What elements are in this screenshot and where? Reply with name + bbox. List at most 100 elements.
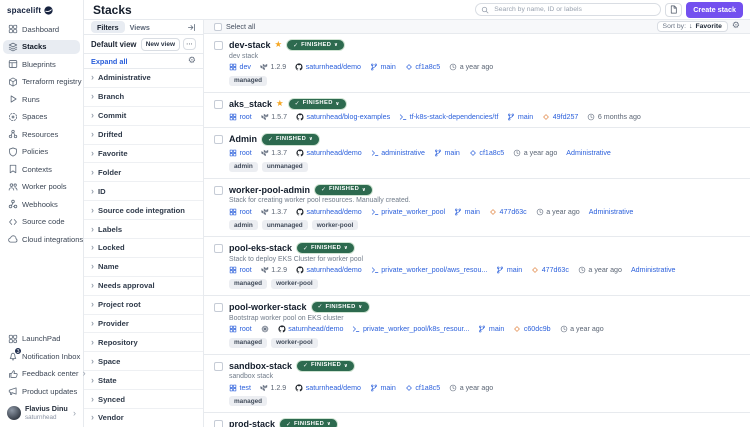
meta-project[interactable]: tf-k8s-stack-dependencies/tf <box>399 113 498 121</box>
status-badge[interactable]: ✓FINISHED∨ <box>261 133 320 145</box>
meta-space[interactable]: root <box>229 149 252 157</box>
meta-github[interactable]: saturnhead/demo <box>295 384 361 392</box>
stack-name[interactable]: pool-eks-stack <box>229 243 292 253</box>
sidebar-item-stacks[interactable]: Stacks <box>3 40 80 55</box>
stack-checkbox[interactable] <box>214 420 223 427</box>
meta-branch[interactable]: main <box>496 266 522 274</box>
meta-terraform[interactable]: 1.2.9 <box>261 266 287 274</box>
meta-space[interactable]: root <box>229 266 252 274</box>
filter-section-vendor[interactable]: ›Vendor <box>84 409 203 427</box>
meta-space[interactable]: root <box>229 325 252 333</box>
filter-section-id[interactable]: ›ID <box>84 182 203 201</box>
meta-branch[interactable]: main <box>370 384 396 392</box>
label-tag[interactable]: worker-pool <box>312 220 359 230</box>
meta-github[interactable]: saturnhead/demo <box>296 149 362 157</box>
meta-github[interactable]: saturnhead/demo <box>295 63 361 71</box>
more-options-button[interactable]: ⋯ <box>183 38 196 50</box>
stack-checkbox[interactable] <box>214 135 223 144</box>
status-badge[interactable]: ✓FINISHED∨ <box>296 242 355 254</box>
filter-section-administrative[interactable]: ›Administrative <box>84 69 203 88</box>
sidebar-item-feedback-center[interactable]: Feedback center› <box>3 366 80 381</box>
label-tag[interactable]: managed <box>229 76 267 86</box>
status-badge[interactable]: ✓FINISHED∨ <box>311 301 370 313</box>
favorite-star-icon[interactable]: ★ <box>275 41 283 50</box>
meta-terraform[interactable]: 1.2.9 <box>260 384 286 392</box>
meta-project[interactable]: private_worker_pool <box>371 208 445 216</box>
meta-clock[interactable]: a year ago <box>536 208 580 216</box>
meta-commit[interactable]: cf1a8c5 <box>469 149 504 157</box>
sort-by-control[interactable]: Sort by: ↓ Favorite <box>657 21 728 32</box>
sidebar-item-worker-pools[interactable]: Worker pools <box>3 180 80 195</box>
filter-section-provider[interactable]: ›Provider <box>84 315 203 334</box>
meta-github[interactable]: saturnhead/blog-examples <box>296 113 390 121</box>
collapse-panel-icon[interactable] <box>187 23 196 32</box>
meta-administrative-label[interactable]: Administrative <box>589 208 634 216</box>
meta-branch[interactable]: main <box>507 113 533 121</box>
meta-commit[interactable]: cf1a8c5 <box>405 384 440 392</box>
filter-section-favorite[interactable]: ›Favorite <box>84 145 203 164</box>
spacelift-logo[interactable]: spacelift <box>0 4 83 22</box>
sidebar-item-cloud-integrations[interactable]: Cloud integrations <box>3 232 80 247</box>
meta-github[interactable]: saturnhead/demo <box>296 208 362 216</box>
meta-space[interactable]: root <box>229 113 252 121</box>
label-tag[interactable]: worker-pool <box>271 279 318 289</box>
sidebar-item-dashboard[interactable]: Dashboard <box>3 22 80 37</box>
meta-github[interactable]: saturnhead/demo <box>296 266 362 274</box>
stack-name[interactable]: sandbox-stack <box>229 361 292 371</box>
status-badge[interactable]: ✓FINISHED∨ <box>286 39 345 51</box>
stack-checkbox[interactable] <box>214 244 223 253</box>
filter-section-labels[interactable]: ›Labels <box>84 220 203 239</box>
filter-section-locked[interactable]: ›Locked <box>84 239 203 258</box>
meta-commit[interactable]: 477d63c <box>489 208 527 216</box>
create-stack-button[interactable]: Create stack <box>686 2 743 18</box>
meta-project[interactable]: administrative <box>371 149 425 157</box>
meta-project[interactable]: private_worker_pool/k8s_resour... <box>352 325 469 333</box>
sidebar-item-webhooks[interactable]: Webhooks <box>3 197 80 212</box>
meta-commit[interactable]: cf1a8c5 <box>405 63 440 71</box>
meta-clock[interactable]: a year ago <box>578 266 622 274</box>
meta-branch[interactable]: main <box>370 63 396 71</box>
meta-commit[interactable]: c60dc9b <box>513 325 550 333</box>
sidebar-item-launchpad[interactable]: LaunchPad <box>3 331 80 346</box>
meta-branch[interactable]: main <box>478 325 504 333</box>
meta-administrative-label[interactable]: Administrative <box>631 266 676 274</box>
label-tag[interactable]: unmanaged <box>262 162 308 172</box>
sidebar-item-spaces[interactable]: Spaces <box>3 110 80 125</box>
meta-space[interactable]: root <box>229 208 252 216</box>
label-tag[interactable]: unmanaged <box>262 220 308 230</box>
sidebar-item-product-updates[interactable]: Product updates <box>3 384 80 399</box>
filter-settings-gear-icon[interactable]: ⚙ <box>188 57 196 66</box>
filter-section-branch[interactable]: ›Branch <box>84 88 203 107</box>
user-menu[interactable]: Flavius Dinu saturnhead › <box>0 401 83 427</box>
meta-branch[interactable]: main <box>434 149 460 157</box>
sidebar-item-resources[interactable]: Resources <box>3 127 80 142</box>
status-badge[interactable]: ✓FINISHED∨ <box>279 418 338 427</box>
sidebar-item-notification-inbox[interactable]: 3Notification Inbox <box>3 349 80 364</box>
stack-name[interactable]: worker-pool-admin <box>229 185 310 195</box>
sidebar-item-policies[interactable]: Policies <box>3 145 80 160</box>
sidebar-item-runs[interactable]: Runs <box>3 92 80 107</box>
meta-terraform[interactable]: 1.3.7 <box>261 149 287 157</box>
label-tag[interactable]: admin <box>229 220 258 230</box>
stack-name[interactable]: pool-worker-stack <box>229 302 307 312</box>
meta-clock[interactable]: a year ago <box>513 149 557 157</box>
select-all-checkbox[interactable] <box>214 23 222 31</box>
stack-checkbox[interactable] <box>214 41 223 50</box>
meta-commit[interactable]: 49fd257 <box>542 113 578 121</box>
list-settings-gear-icon[interactable]: ⚙ <box>732 22 740 31</box>
meta-administrative-label[interactable]: Administrative <box>566 149 611 157</box>
filter-section-commit[interactable]: ›Commit <box>84 107 203 126</box>
docs-button[interactable] <box>665 3 682 17</box>
label-tag[interactable]: managed <box>229 338 267 348</box>
stack-name[interactable]: Admin <box>229 134 257 144</box>
meta-commit[interactable]: 477d63c <box>531 266 569 274</box>
label-tag[interactable]: managed <box>229 279 267 289</box>
filter-section-folder[interactable]: ›Folder <box>84 163 203 182</box>
status-badge[interactable]: ✓FINISHED∨ <box>288 98 347 110</box>
stack-name[interactable]: aks_stack <box>229 99 272 109</box>
sidebar-item-source-code[interactable]: Source code <box>3 215 80 230</box>
filter-section-state[interactable]: ›State <box>84 371 203 390</box>
filter-section-synced[interactable]: ›Synced <box>84 390 203 409</box>
stack-checkbox[interactable] <box>214 100 223 109</box>
meta-clock[interactable]: a year ago <box>449 384 493 392</box>
